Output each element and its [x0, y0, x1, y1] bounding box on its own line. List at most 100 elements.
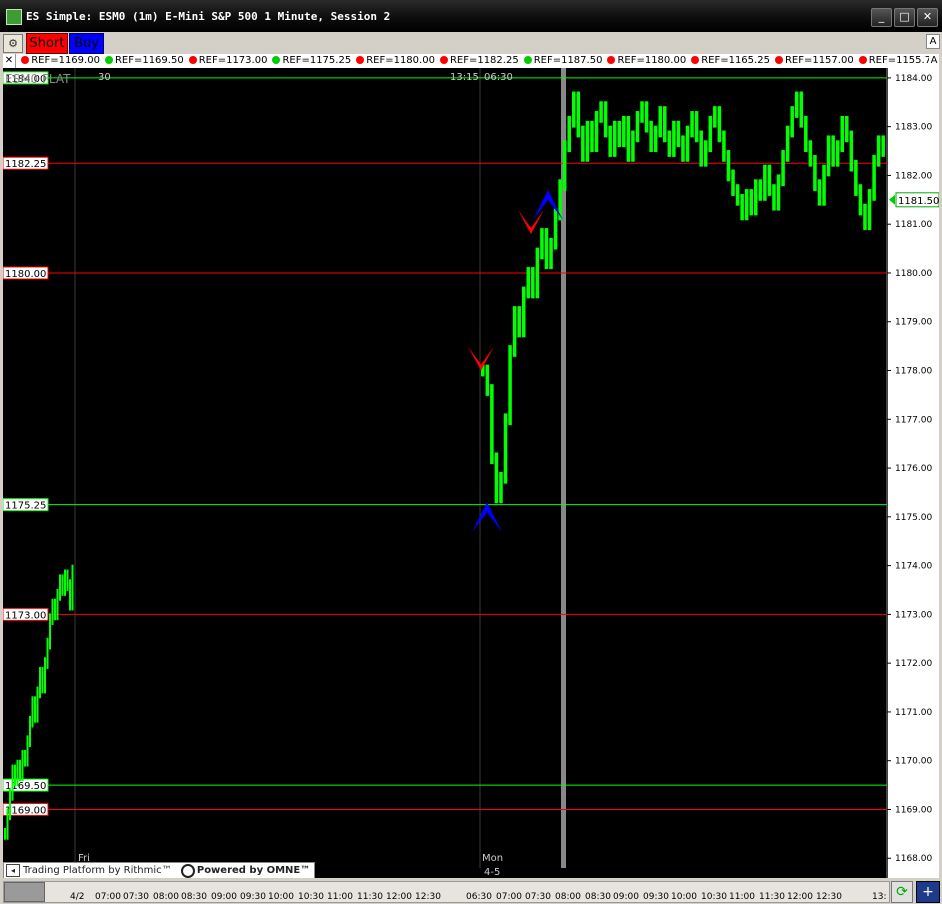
short-button[interactable]: Short — [26, 33, 68, 54]
ref-item[interactable]: REF=1182.25 — [438, 54, 519, 68]
session-label: Mon — [482, 853, 503, 864]
y-tick-label: 1173.00 — [895, 610, 932, 620]
ref-dot-icon — [439, 56, 448, 64]
price-bar — [521, 286, 526, 338]
price-bar — [685, 125, 690, 162]
price-bar — [14, 764, 16, 787]
ref-item-label: REF=1173.00 — [198, 55, 268, 66]
price-bar — [31, 696, 34, 728]
zoom-in-button[interactable]: + — [916, 881, 940, 903]
price-bar — [599, 101, 603, 123]
time-axis-label: 09:00 — [613, 892, 639, 902]
price-bar — [526, 267, 531, 299]
price-bar — [21, 749, 24, 782]
ref-item-label: REF=1155.75 — [868, 55, 938, 66]
y-tick-label: 1178.00 — [895, 367, 932, 377]
ref-item[interactable]: REF=1175.25 — [270, 54, 351, 68]
ref-item[interactable]: REF=1173.00 — [187, 54, 268, 68]
price-bar — [512, 306, 517, 357]
y-tick-label: 1179.00 — [895, 318, 932, 328]
price-bar — [51, 598, 54, 626]
price-bar — [34, 696, 36, 723]
y-tick-label: 1181.00 — [895, 220, 932, 230]
ref-item-label: REF=1169.50 — [114, 55, 184, 66]
price-bar — [849, 130, 854, 172]
price-bar — [672, 120, 676, 157]
price-bar — [835, 140, 840, 167]
time-axis-label: 07:00 — [95, 892, 121, 902]
ref-item[interactable]: REF=1165.25 — [689, 54, 770, 68]
y-tick-label: 1180.00 — [895, 269, 932, 279]
ref-item[interactable]: REF=1157.00 — [773, 54, 854, 68]
price-bar — [4, 828, 6, 840]
price-bar — [867, 189, 872, 231]
title-bar[interactable]: ES Simple: ESM0 (1m) E-Mini S&P 500 1 Mi… — [0, 0, 942, 32]
scrollbar-thumb[interactable] — [4, 882, 45, 902]
price-bar — [653, 125, 658, 153]
time-axis-label: 12:00 — [787, 892, 813, 902]
maximize-button[interactable]: □ — [894, 8, 915, 27]
chart-canvas[interactable]: 1184.00 1183.00 1182.00 1181.00 1180.00 1179.… — [3, 68, 939, 878]
position-status: ESM0 FLAT — [5, 72, 71, 86]
y-tick-label: 1168.00 — [895, 854, 932, 864]
ref-bar-close-icon[interactable]: ✕ — [3, 54, 16, 68]
ref-item[interactable]: REF=1187.50 — [522, 54, 602, 68]
price-bar — [626, 115, 631, 162]
price-bar — [776, 174, 781, 211]
gear-icon[interactable]: ⚙ — [3, 34, 23, 53]
ref-item-label: REF=1165.25 — [701, 55, 770, 66]
price-bar — [9, 788, 11, 821]
price-bar — [594, 111, 599, 153]
price-bar — [485, 364, 490, 396]
a-button[interactable]: A — [926, 34, 940, 49]
price-bar — [71, 564, 74, 611]
price-bar — [758, 179, 763, 201]
ref-items: REF=1169.00 REF=1169.50 REF=1173.00 REF=117… — [19, 55, 939, 66]
price-bar — [531, 267, 535, 299]
minimize-button[interactable]: _ — [871, 8, 892, 27]
price-bar — [658, 106, 662, 138]
price-bar — [549, 237, 553, 270]
y-tick-label: 1177.00 — [895, 415, 932, 425]
price-bar — [41, 667, 44, 694]
y-tick-label: 1174.00 — [895, 562, 932, 572]
refresh-icon[interactable]: ⟳ — [891, 881, 913, 903]
price-bar — [617, 120, 622, 148]
price-bar — [813, 154, 817, 192]
ref-dot-icon — [188, 56, 197, 64]
ref-item[interactable]: REF=1169.00 — [19, 54, 100, 68]
ref-level-bar: ✕ REF=1169.00 REF=1169.50 REF=1173.00 REF=1… — [3, 54, 939, 68]
price-bar — [781, 150, 785, 187]
price-bar — [726, 150, 731, 182]
y-tick-label: 1171.00 — [895, 708, 932, 718]
ref-line-label: 1173.00 — [5, 610, 46, 621]
price-bar — [708, 115, 713, 153]
price-bar — [24, 749, 26, 767]
current-price-label: 1181.50 — [898, 196, 939, 207]
ref-item[interactable]: REF=1180.00 — [605, 54, 686, 68]
price-bar — [772, 184, 776, 211]
ref-item[interactable]: REF=1169.50 — [103, 54, 184, 68]
price-bar — [26, 735, 29, 767]
price-bar — [590, 120, 594, 153]
buy-button[interactable]: Buy — [69, 33, 104, 54]
ref-dot-icon — [104, 56, 113, 64]
price-bar — [808, 140, 813, 167]
y-tick-label: 1175.00 — [895, 513, 932, 523]
price-bar — [553, 208, 558, 250]
ref-item-label: REF=1157.00 — [784, 55, 854, 66]
time-axis-label: 4/2 — [70, 892, 85, 902]
price-bar — [36, 686, 39, 723]
time-axis-label: 09:00 — [211, 892, 237, 902]
ref-item-label: REF=1182.25 — [449, 55, 519, 66]
price-bar — [66, 569, 69, 591]
price-bar — [612, 120, 617, 157]
price-bar — [854, 159, 858, 196]
ref-item[interactable]: REF=1155.75 — [857, 54, 938, 68]
ref-a-button[interactable]: A — [929, 54, 939, 68]
time-axis-label: 12:00 — [386, 892, 412, 902]
ref-item[interactable]: REF=1180.00 — [354, 54, 435, 68]
price-bar — [29, 715, 31, 748]
close-button[interactable]: ✕ — [917, 8, 938, 27]
price-chart[interactable]: 1184.00 1183.00 1182.00 1181.00 1180.00 1179.… — [3, 68, 939, 878]
